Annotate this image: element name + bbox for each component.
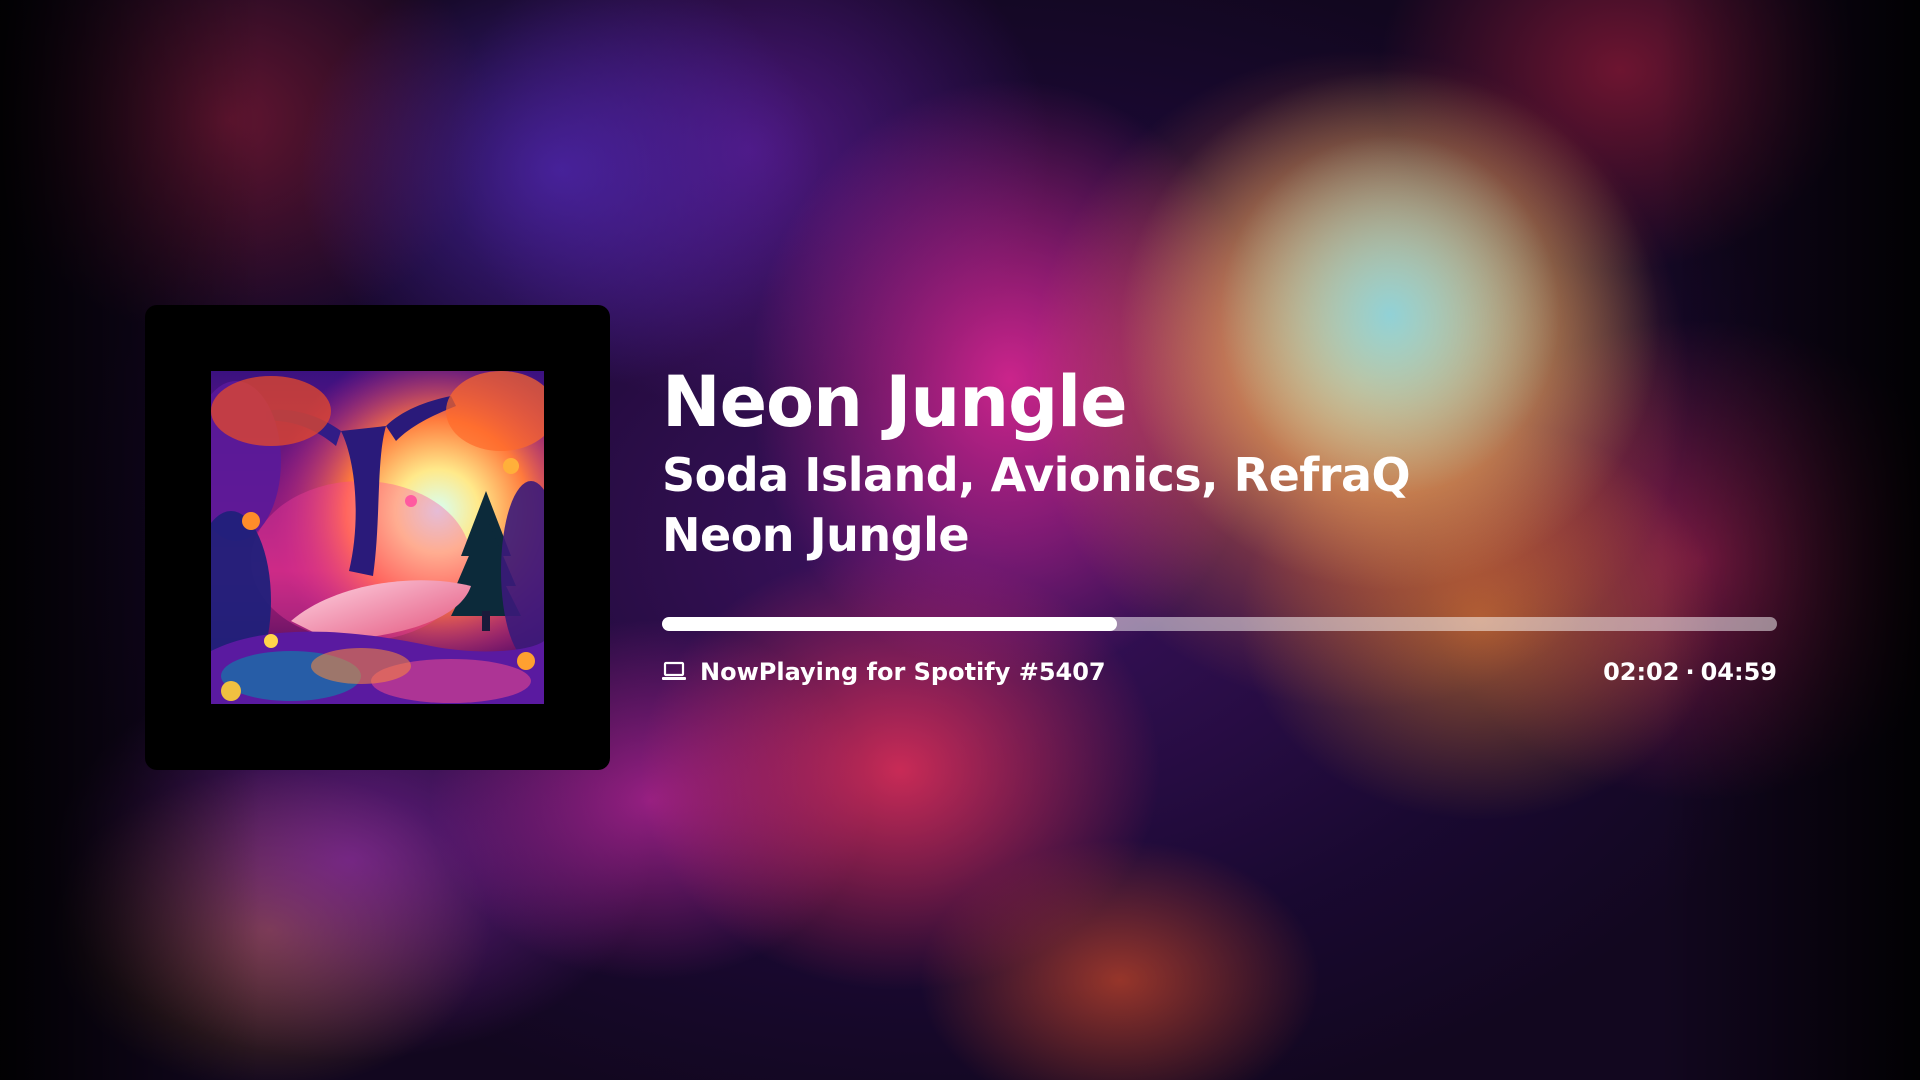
progress-bar-fill [662, 617, 1117, 631]
time-separator: · [1685, 658, 1695, 686]
track-album: Neon Jungle [662, 508, 970, 562]
album-art [211, 371, 544, 704]
album-art-card [145, 305, 610, 770]
now-playing-screen: Neon Jungle Soda Island, Avionics, Refra… [0, 0, 1920, 1080]
device-name: NowPlaying for Spotify #5407 [700, 658, 1106, 686]
track-artists: Soda Island, Avionics, RefraQ [662, 448, 1411, 502]
track-title: Neon Jungle [662, 361, 1128, 443]
playback-meta-row: NowPlaying for Spotify #5407 02:02 · 04:59 [662, 655, 1777, 689]
playback-time: 02:02 · 04:59 [1603, 655, 1777, 689]
album-art-illustration [211, 371, 544, 704]
laptop-icon [662, 661, 686, 680]
elapsed-time: 02:02 [1603, 658, 1680, 686]
track-info: Neon Jungle Soda Island, Avionics, Refra… [662, 360, 1777, 564]
total-duration: 04:59 [1700, 658, 1777, 686]
progress-bar[interactable] [662, 617, 1777, 631]
